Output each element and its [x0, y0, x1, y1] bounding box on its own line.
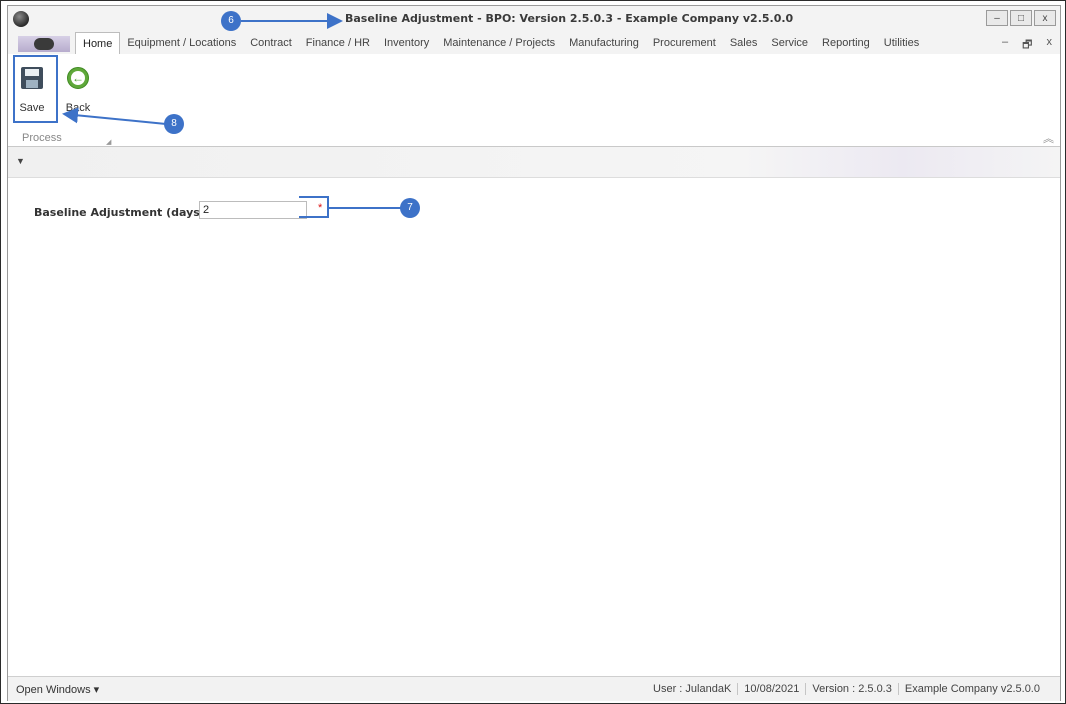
save-highlight-box — [13, 55, 58, 123]
application-menu-button[interactable] — [18, 36, 70, 52]
quick-access-toolbar: ▼ — [8, 147, 1060, 178]
callout-7: 7 — [400, 198, 420, 218]
status-user: User : JulandaK — [653, 683, 732, 695]
app-logo-icon — [13, 11, 29, 27]
window-controls: – □ x — [986, 10, 1056, 26]
back-arrow-glyph: ← — [71, 71, 85, 85]
tab-contract[interactable]: Contract — [243, 32, 299, 54]
tab-reporting[interactable]: Reporting — [815, 32, 877, 54]
status-date: 10/08/2021 — [737, 683, 805, 695]
window-title: Baseline Adjustment - BPO: Version 2.5.0… — [345, 12, 794, 25]
mdi-minimize-button[interactable]: – — [1002, 36, 1008, 55]
mdi-controls: – 🗗 x — [1002, 36, 1052, 55]
ribbon-panel: Save ← Back Process ◢ ︽ — [8, 54, 1060, 147]
open-windows-button[interactable]: Open Windows ▾ — [16, 683, 99, 696]
tab-equipment-locations[interactable]: Equipment / Locations — [120, 32, 243, 54]
baseline-adjustment-label: Baseline Adjustment (days) — [34, 206, 205, 219]
tab-utilities[interactable]: Utilities — [877, 32, 926, 54]
app-window: Baseline Adjustment - BPO: Version 2.5.0… — [7, 5, 1061, 701]
title-bar: Baseline Adjustment - BPO: Version 2.5.0… — [8, 6, 1060, 32]
tab-procurement[interactable]: Procurement — [646, 32, 723, 54]
mdi-close-button[interactable]: x — [1047, 36, 1053, 55]
status-info: User : JulandaK 10/08/2021 Version : 2.5… — [647, 683, 1046, 695]
callout-6: 6 — [221, 11, 241, 31]
status-company: Example Company v2.5.0.0 — [897, 683, 1046, 695]
status-version: Version : 2.5.0.3 — [805, 683, 898, 695]
form-area: Baseline Adjustment (days) * — [8, 178, 1060, 674]
baseline-adjustment-input[interactable] — [199, 201, 307, 219]
tab-manufacturing[interactable]: Manufacturing — [562, 32, 646, 54]
process-group-label: Process — [22, 132, 62, 144]
mdi-restore-button[interactable]: 🗗 — [1022, 36, 1032, 55]
status-bar: Open Windows ▾ User : JulandaK 10/08/202… — [8, 676, 1060, 701]
field-highlight-box — [299, 196, 329, 218]
customize-toolbar-icon[interactable]: ▼ — [16, 156, 25, 166]
tab-service[interactable]: Service — [764, 32, 815, 54]
tab-finance-hr[interactable]: Finance / HR — [299, 32, 377, 54]
brand-logo-icon — [34, 38, 54, 50]
ribbon-tabs: Home Equipment / Locations Contract Fina… — [8, 32, 1060, 54]
close-button[interactable]: x — [1034, 10, 1056, 26]
tab-sales[interactable]: Sales — [723, 32, 765, 54]
tab-strip: Home Equipment / Locations Contract Fina… — [75, 32, 926, 54]
callout-8: 8 — [164, 114, 184, 134]
back-label: Back — [65, 102, 91, 114]
collapse-ribbon-icon[interactable]: ︽ — [1043, 130, 1054, 146]
tab-maintenance-projects[interactable]: Maintenance / Projects — [436, 32, 562, 54]
maximize-button[interactable]: □ — [1010, 10, 1032, 26]
back-arrow-icon: ← — [67, 67, 89, 89]
back-button[interactable]: ← Back — [58, 57, 98, 121]
minimize-button[interactable]: – — [986, 10, 1008, 26]
group-launcher-icon[interactable]: ◢ — [106, 138, 111, 146]
tab-inventory[interactable]: Inventory — [377, 32, 436, 54]
tab-home[interactable]: Home — [75, 32, 121, 54]
app-frame: Baseline Adjustment - BPO: Version 2.5.0… — [0, 0, 1066, 704]
